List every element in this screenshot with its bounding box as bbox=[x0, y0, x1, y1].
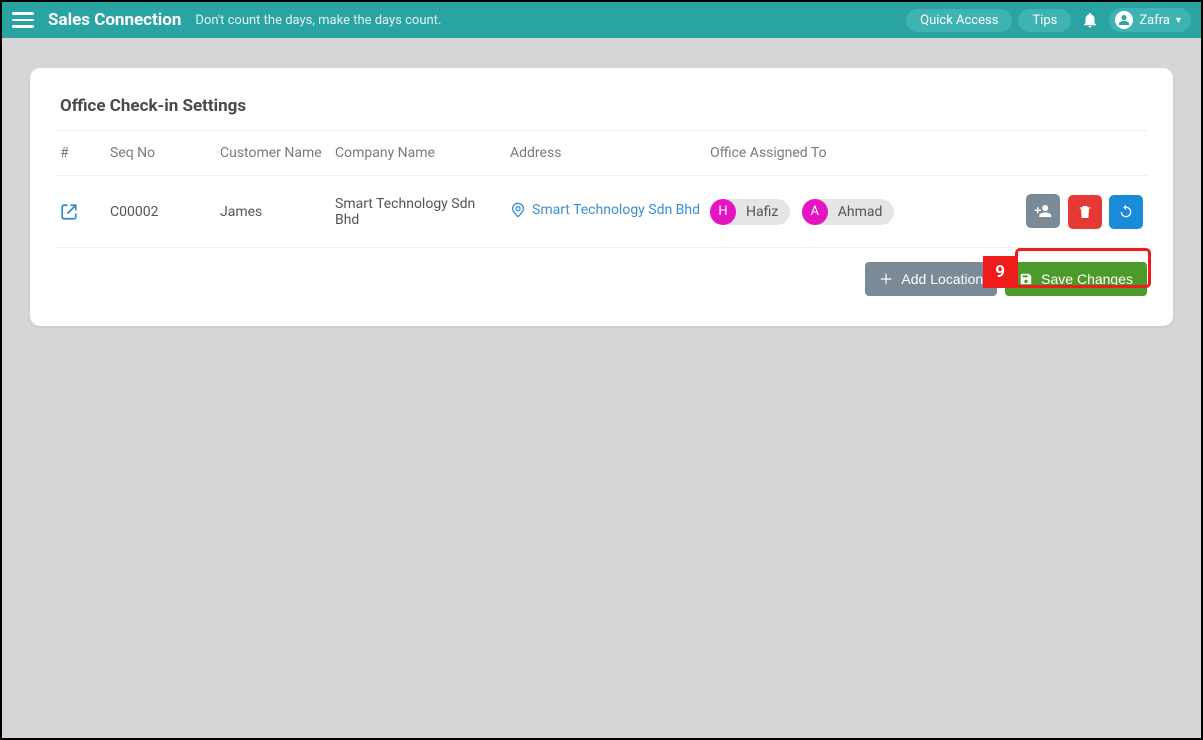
add-location-label: Add Location bbox=[901, 271, 983, 287]
save-label: Save Changes bbox=[1041, 271, 1133, 287]
col-company: Company Name bbox=[331, 131, 506, 176]
plus-icon bbox=[879, 272, 893, 286]
footer-actions: Add Location 9 Save Changes bbox=[56, 248, 1147, 296]
col-assigned: Office Assigned To bbox=[706, 131, 1017, 176]
assignee-initial: A bbox=[802, 199, 828, 225]
col-address: Address bbox=[506, 131, 706, 176]
chevron-down-icon: ▾ bbox=[1176, 15, 1181, 26]
cell-customer: James bbox=[216, 176, 331, 248]
user-name: Zafra bbox=[1139, 13, 1170, 28]
notifications-icon[interactable] bbox=[1081, 11, 1099, 29]
cell-assigned: H Hafiz A Ahmad bbox=[706, 176, 1017, 248]
quick-access-button[interactable]: Quick Access bbox=[906, 9, 1012, 32]
checkin-table: # Seq No Customer Name Company Name Addr… bbox=[56, 131, 1147, 248]
add-location-button[interactable]: Add Location bbox=[865, 262, 997, 296]
col-hash: # bbox=[56, 131, 106, 176]
avatar-icon bbox=[1115, 11, 1133, 29]
tagline-text: Don't count the days, make the days coun… bbox=[195, 13, 441, 28]
cell-company: Smart Technology Sdn Bhd bbox=[331, 176, 506, 248]
address-text: Smart Technology Sdn Bhd bbox=[532, 202, 700, 218]
address-link[interactable]: Smart Technology Sdn Bhd bbox=[510, 202, 700, 218]
top-bar: Sales Connection Don't count the days, m… bbox=[2, 2, 1201, 38]
assignee-chip[interactable]: H Hafiz bbox=[710, 199, 790, 225]
map-pin-icon bbox=[510, 202, 526, 218]
col-actions bbox=[1017, 131, 1147, 176]
assignee-name: Ahmad bbox=[828, 200, 895, 224]
delete-button[interactable] bbox=[1068, 195, 1102, 229]
tips-button[interactable]: Tips bbox=[1018, 9, 1071, 32]
save-icon bbox=[1019, 272, 1033, 286]
table-row: C00002 James Smart Technology Sdn Bhd Sm… bbox=[56, 176, 1147, 248]
page-content: Office Check-in Settings # Seq No Custom… bbox=[2, 38, 1201, 356]
assignee-name: Hafiz bbox=[736, 200, 790, 224]
settings-card: Office Check-in Settings # Seq No Custom… bbox=[30, 68, 1173, 326]
menu-icon[interactable] bbox=[12, 9, 34, 31]
user-menu[interactable]: Zafra ▾ bbox=[1109, 8, 1191, 32]
refresh-button[interactable] bbox=[1109, 195, 1143, 229]
page-title: Office Check-in Settings bbox=[56, 96, 1147, 131]
assignee-initial: H bbox=[710, 199, 736, 225]
open-external-icon[interactable] bbox=[60, 203, 102, 221]
step-callout: 9 bbox=[983, 256, 1017, 288]
col-seq: Seq No bbox=[106, 131, 216, 176]
brand-title: Sales Connection bbox=[48, 10, 181, 30]
save-changes-button[interactable]: Save Changes bbox=[1005, 262, 1147, 296]
assign-user-button[interactable] bbox=[1026, 194, 1060, 228]
assignee-chip[interactable]: A Ahmad bbox=[802, 199, 895, 225]
cell-seq: C00002 bbox=[106, 176, 216, 248]
col-customer: Customer Name bbox=[216, 131, 331, 176]
